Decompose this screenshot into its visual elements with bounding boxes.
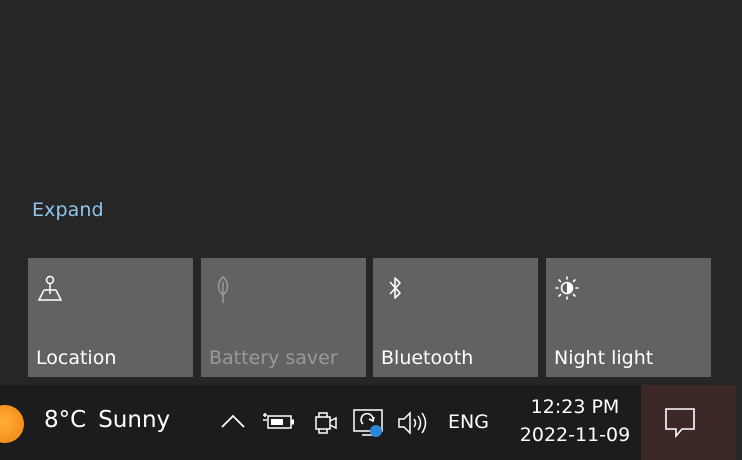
- chevron-up-icon[interactable]: [220, 413, 246, 429]
- battery-charging-icon[interactable]: [262, 411, 296, 433]
- tile-bluetooth[interactable]: Bluetooth: [373, 258, 538, 377]
- clock[interactable]: 12:23 PM 2022-11-09: [512, 393, 638, 449]
- weather-widget[interactable]: 8°C Sunny: [44, 407, 170, 433]
- tile-location-label: Location: [36, 347, 117, 369]
- action-center-button[interactable]: [641, 385, 736, 460]
- show-desktop-strip[interactable]: [736, 385, 742, 460]
- taskbar: 8°C Sunny ENG 12:23 PM 2022-11-09: [0, 385, 742, 460]
- weather-temperature: 8°C: [44, 407, 87, 433]
- weather-condition: Sunny: [98, 407, 171, 433]
- clock-time: 12:23 PM: [530, 396, 620, 418]
- volume-icon[interactable]: [397, 410, 431, 436]
- location-icon: [37, 275, 63, 301]
- language-indicator[interactable]: ENG: [448, 411, 489, 433]
- notification-icon: [665, 408, 695, 439]
- weather-sun-icon[interactable]: [0, 405, 24, 443]
- bluetooth-icon: [389, 277, 401, 299]
- night-light-icon: [555, 276, 579, 300]
- meet-now-icon[interactable]: [313, 409, 339, 435]
- display-update-icon[interactable]: [352, 407, 386, 439]
- expand-link[interactable]: Expand: [32, 199, 104, 221]
- tile-night-light[interactable]: Night light: [546, 258, 711, 377]
- tile-battery-saver-label: Battery saver: [209, 347, 338, 369]
- clock-date: 2022-11-09: [519, 424, 631, 446]
- battery-saver-icon: [217, 276, 229, 303]
- action-center-panel: Expand Location Battery saver Bluetooth: [0, 0, 742, 385]
- tile-night-light-label: Night light: [554, 347, 654, 369]
- tile-bluetooth-label: Bluetooth: [381, 347, 474, 369]
- tile-location[interactable]: Location: [28, 258, 193, 377]
- tile-battery-saver[interactable]: Battery saver: [201, 258, 366, 377]
